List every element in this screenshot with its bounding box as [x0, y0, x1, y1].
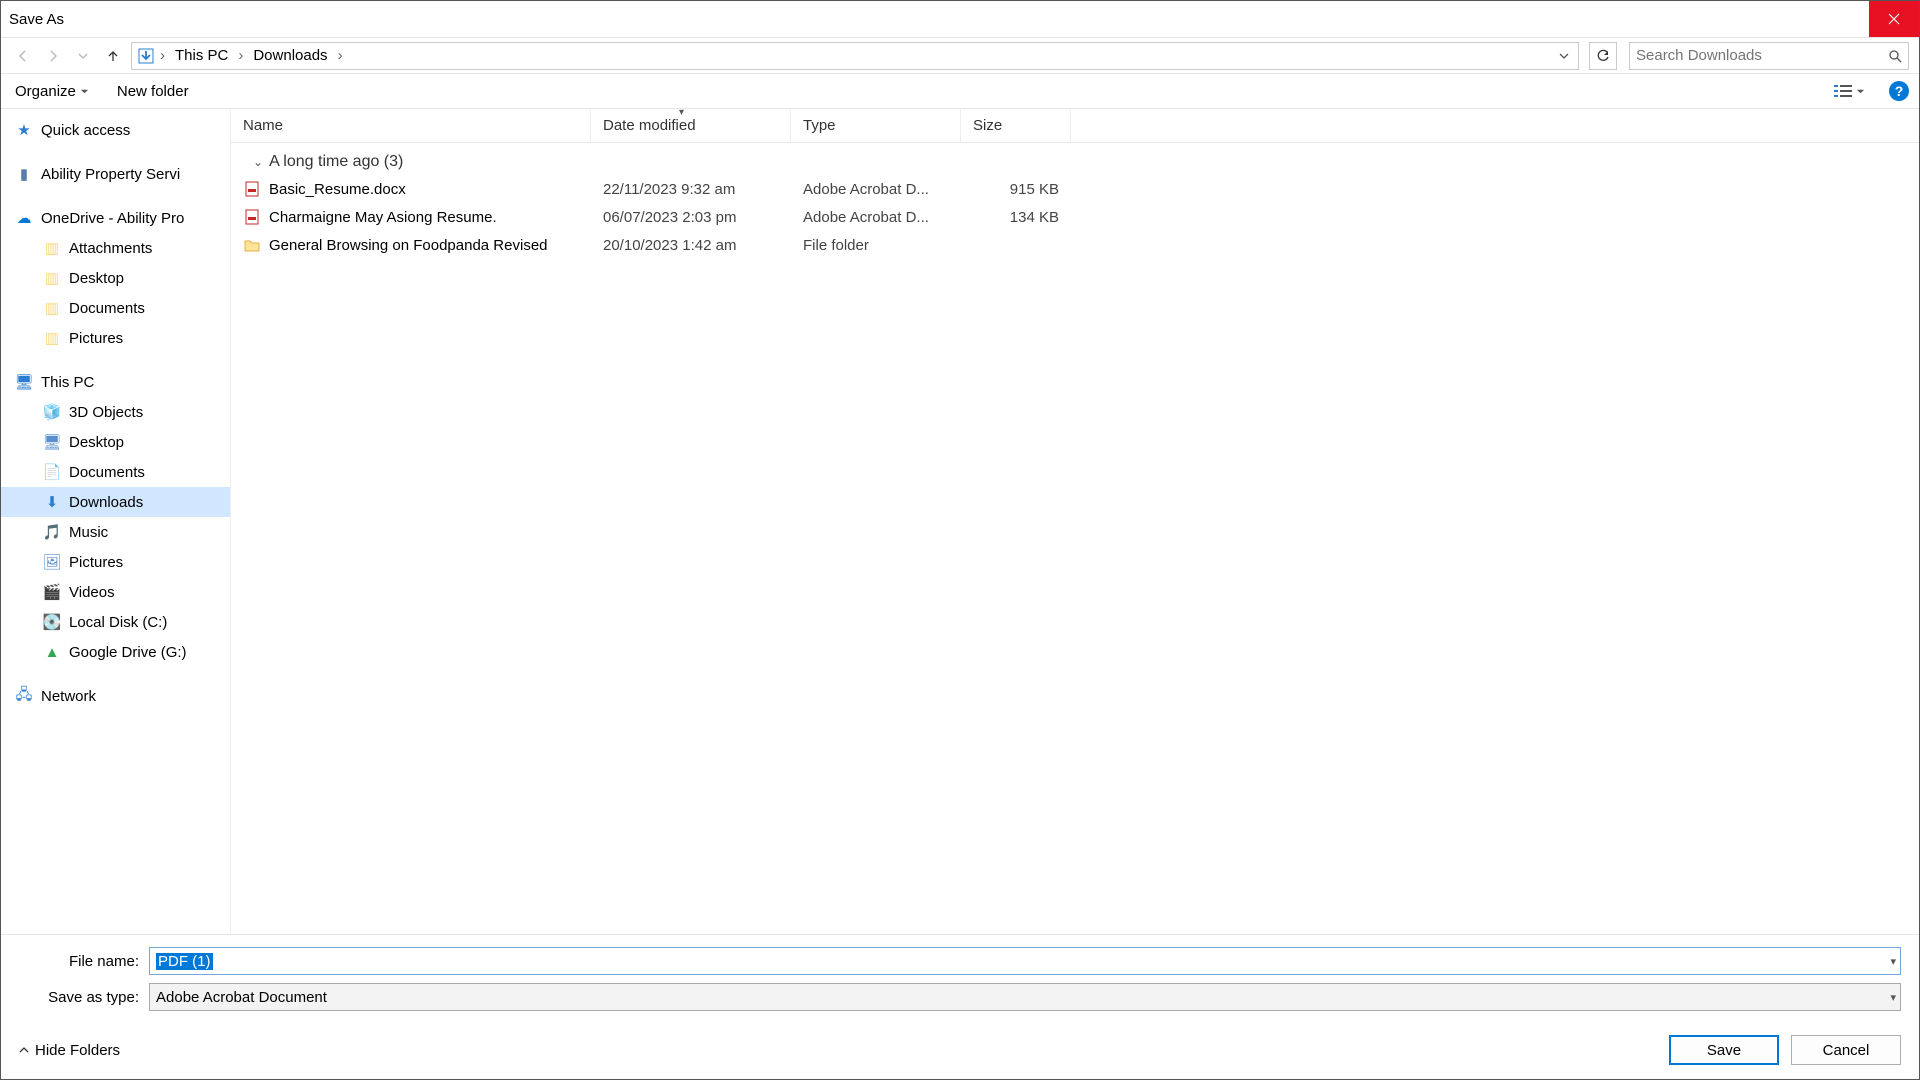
building-icon: ▮	[15, 165, 33, 183]
chevron-right-icon: ›	[236, 47, 245, 64]
file-row[interactable]: General Browsing on Foodpanda Revised20/…	[231, 231, 1919, 259]
view-icon	[1834, 84, 1852, 98]
search-icon	[1888, 49, 1902, 63]
sidebar-item-cdrive[interactable]: 💽Local Disk (C:)	[1, 607, 230, 637]
pictures-icon: 🖼	[43, 553, 61, 571]
filename-label: File name:	[19, 953, 149, 970]
sidebar-item-downloads[interactable]: ⬇Downloads	[1, 487, 230, 517]
chevron-right-icon: ›	[158, 47, 167, 64]
refresh-button[interactable]	[1589, 42, 1617, 70]
desktop-icon: 🖥	[43, 433, 61, 451]
monitor-icon: 🖥	[15, 373, 33, 391]
music-icon: 🎵	[43, 523, 61, 541]
forward-button[interactable]	[41, 44, 65, 68]
sidebar-item-pictures[interactable]: 🖼Pictures	[1, 547, 230, 577]
savetype-label: Save as type:	[19, 989, 149, 1006]
cloud-icon: ☁	[15, 209, 33, 227]
folder-icon: ▥	[43, 239, 61, 257]
organize-label: Organize	[15, 83, 76, 100]
close-button[interactable]	[1869, 1, 1919, 37]
sidebar-item-3d[interactable]: 🧊3D Objects	[1, 397, 230, 427]
sidebar-item-pictures[interactable]: ▥Pictures	[1, 323, 230, 353]
chevron-up-icon	[19, 1045, 29, 1055]
network-icon: 🖧	[15, 687, 33, 705]
sidebar-item-desktop[interactable]: ▥Desktop	[1, 263, 230, 293]
group-header[interactable]: ⌄ A long time ago (3)	[231, 143, 1919, 175]
sidebar-item-desktop[interactable]: 🖥Desktop	[1, 427, 230, 457]
chevron-down-icon	[1559, 51, 1569, 61]
recent-locations-button[interactable]	[71, 44, 95, 68]
chevron-down-icon: ⌄	[253, 155, 263, 169]
folder-icon	[243, 236, 261, 254]
sidebar-item-attachments[interactable]: ▥Attachments	[1, 233, 230, 263]
chevron-right-icon: ›	[336, 47, 345, 64]
chevron-down-icon[interactable]: ▾	[1890, 991, 1896, 1004]
sidebar-item-music[interactable]: 🎵Music	[1, 517, 230, 547]
address-dropdown[interactable]	[1554, 51, 1574, 61]
breadcrumb[interactable]: › This PC › Downloads ›	[131, 42, 1579, 70]
chevron-down-icon[interactable]: ▾	[1890, 955, 1896, 968]
file-row[interactable]: Basic_Resume.docx22/11/2023 9:32 amAdobe…	[231, 175, 1919, 203]
sort-indicator-icon: ▾	[679, 109, 684, 118]
window-title: Save As	[9, 11, 1869, 28]
refresh-icon	[1596, 49, 1610, 63]
chevron-down-icon	[78, 51, 88, 61]
folder-icon: ▥	[43, 329, 61, 347]
column-header-date[interactable]: ▾ Date modified	[591, 109, 791, 142]
sidebar-onedrive[interactable]: ☁ OneDrive - Ability Pro	[1, 203, 230, 233]
back-button[interactable]	[11, 44, 35, 68]
close-icon	[1888, 13, 1900, 25]
file-row[interactable]: Charmaigne May Asiong Resume.06/07/2023 …	[231, 203, 1919, 231]
cdrive-icon: 💽	[43, 613, 61, 631]
organize-button[interactable]: Organize	[11, 81, 93, 102]
save-button[interactable]: Save	[1669, 1035, 1779, 1065]
breadcrumb-downloads[interactable]: Downloads	[247, 43, 333, 69]
sidebar-item-videos[interactable]: 🎬Videos	[1, 577, 230, 607]
filename-field[interactable]: PDF (1) ▾	[149, 947, 1901, 975]
column-header-name[interactable]: Name	[231, 109, 591, 142]
hide-folders-button[interactable]: Hide Folders	[19, 1042, 120, 1059]
videos-icon: 🎬	[43, 583, 61, 601]
new-folder-button[interactable]: New folder	[113, 81, 193, 102]
sidebar-item-documents[interactable]: 📄Documents	[1, 457, 230, 487]
sidebar-ability[interactable]: ▮ Ability Property Servi	[1, 159, 230, 189]
arrow-left-icon	[16, 49, 30, 63]
sidebar-item-documents[interactable]: ▥Documents	[1, 293, 230, 323]
help-button[interactable]: ?	[1889, 81, 1909, 101]
sidebar-network[interactable]: 🖧 Network	[1, 681, 230, 711]
savetype-value: Adobe Acrobat Document	[156, 989, 327, 1006]
filename-value[interactable]: PDF (1)	[156, 953, 213, 970]
arrow-right-icon	[46, 49, 60, 63]
search-input[interactable]	[1636, 47, 1888, 64]
3d-icon: 🧊	[43, 403, 61, 421]
downloads-icon	[136, 46, 156, 66]
pdf-icon	[243, 180, 261, 198]
documents-icon: 📄	[43, 463, 61, 481]
column-header-size[interactable]: Size	[961, 109, 1071, 142]
gdrive-icon: ▲	[43, 643, 61, 661]
chevron-down-icon	[1856, 87, 1865, 96]
arrow-up-icon	[106, 49, 120, 63]
navigation-tree: ★ Quick access ▮ Ability Property Servi …	[1, 109, 231, 934]
pdf-icon	[243, 208, 261, 226]
sidebar-this-pc[interactable]: 🖥 This PC	[1, 367, 230, 397]
chevron-down-icon	[80, 87, 89, 96]
sidebar-item-gdrive[interactable]: ▲Google Drive (G:)	[1, 637, 230, 667]
up-button[interactable]	[101, 44, 125, 68]
folder-icon: ▥	[43, 299, 61, 317]
star-icon: ★	[15, 121, 33, 139]
breadcrumb-this-pc[interactable]: This PC	[169, 43, 234, 69]
sidebar-quick-access[interactable]: ★ Quick access	[1, 115, 230, 145]
column-header-type[interactable]: Type	[791, 109, 961, 142]
view-button[interactable]	[1830, 82, 1869, 100]
savetype-field[interactable]: Adobe Acrobat Document ▾	[149, 983, 1901, 1011]
search-box[interactable]	[1629, 42, 1909, 70]
downloads-icon: ⬇	[43, 493, 61, 511]
folder-icon: ▥	[43, 269, 61, 287]
cancel-button[interactable]: Cancel	[1791, 1035, 1901, 1065]
